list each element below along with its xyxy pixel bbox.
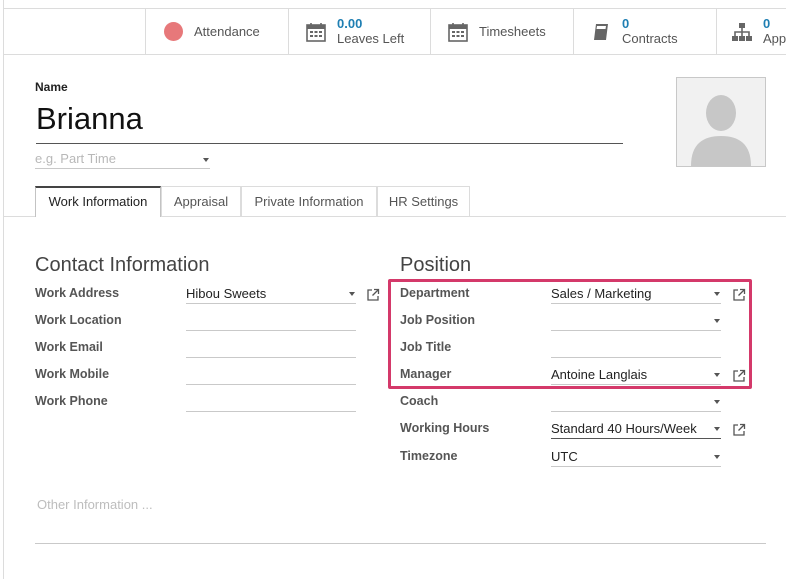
leaves-button[interactable]: 0.00 Leaves Left [288, 9, 430, 54]
contracts-label: Contracts [622, 31, 678, 46]
working-hours-value: Standard 40 Hours/Week [551, 421, 697, 436]
contracts-button[interactable]: 0 Contracts [573, 9, 716, 54]
other-information-placeholder[interactable]: Other Information ... [37, 497, 153, 512]
highlight-box [388, 279, 752, 389]
working-hours-label: Working Hours [400, 421, 490, 435]
smart-button-bar: Attendance 0.00 Leaves Left Timesheets 0… [4, 8, 786, 55]
timesheets-label: Timesheets [479, 24, 546, 39]
org-chart-icon [731, 21, 753, 43]
work-mobile-label: Work Mobile [35, 367, 110, 381]
tab-appraisal[interactable]: Appraisal [161, 186, 241, 216]
tab-work-information[interactable]: Work Information [35, 186, 161, 217]
timezone-select[interactable]: UTC [551, 448, 721, 467]
leaves-label: Leaves Left [337, 31, 405, 46]
chevron-down-icon [349, 292, 355, 296]
timesheets-button[interactable]: Timesheets [430, 9, 573, 54]
chevron-down-icon [714, 400, 720, 404]
calendar-icon [305, 21, 327, 43]
book-icon [590, 21, 612, 43]
attendance-label: Attendance [194, 24, 260, 39]
tags-field[interactable]: e.g. Part Time [35, 151, 210, 169]
chevron-down-icon [714, 427, 720, 431]
person-silhouette-icon [677, 78, 765, 166]
external-link-icon[interactable] [732, 423, 746, 437]
attendance-status-icon [162, 21, 184, 43]
timezone-label: Timezone [400, 449, 458, 463]
contracts-count: 0 [622, 16, 630, 31]
employee-name-field[interactable]: Brianna [36, 100, 623, 144]
work-email-label: Work Email [35, 340, 103, 354]
work-email-field[interactable] [186, 339, 356, 358]
contact-information-title: Contact Information [35, 254, 210, 276]
employee-avatar[interactable] [676, 77, 766, 167]
other-information-field[interactable] [35, 543, 766, 544]
chevron-down-icon [203, 158, 209, 162]
appraisals-count: 0 [763, 16, 771, 31]
work-address-label: Work Address [35, 286, 120, 300]
work-address-value: Hibou Sweets [186, 286, 267, 301]
work-phone-label: Work Phone [35, 394, 108, 408]
work-location-label: Work Location [35, 313, 122, 327]
notebook-tabs: Work Information Appraisal Private Infor… [4, 186, 786, 217]
name-label: Name [35, 80, 68, 94]
work-address-field[interactable]: Hibou Sweets [186, 285, 356, 304]
employee-form-sheet: Attendance 0.00 Leaves Left Timesheets 0… [3, 0, 786, 579]
leaves-count: 0.00 [337, 16, 363, 31]
timezone-value: UTC [551, 449, 578, 464]
appraisals-label: Appr [763, 31, 786, 46]
work-mobile-field[interactable] [186, 366, 356, 385]
tab-private-information[interactable]: Private Information [241, 186, 377, 216]
coach-label: Coach [400, 394, 439, 408]
tags-placeholder: e.g. Part Time [35, 151, 116, 166]
attendance-button[interactable]: Attendance [145, 9, 288, 54]
appraisals-button[interactable]: 0 Appr [716, 9, 786, 54]
external-link-icon[interactable] [366, 288, 380, 302]
work-location-field[interactable] [186, 312, 356, 331]
chevron-down-icon [714, 455, 720, 459]
position-title: Position [400, 254, 472, 276]
calendar-icon [447, 21, 469, 43]
coach-field[interactable] [551, 393, 721, 412]
tab-hr-settings[interactable]: HR Settings [377, 186, 470, 216]
working-hours-field[interactable]: Standard 40 Hours/Week [551, 420, 721, 439]
work-phone-field[interactable] [186, 393, 356, 412]
